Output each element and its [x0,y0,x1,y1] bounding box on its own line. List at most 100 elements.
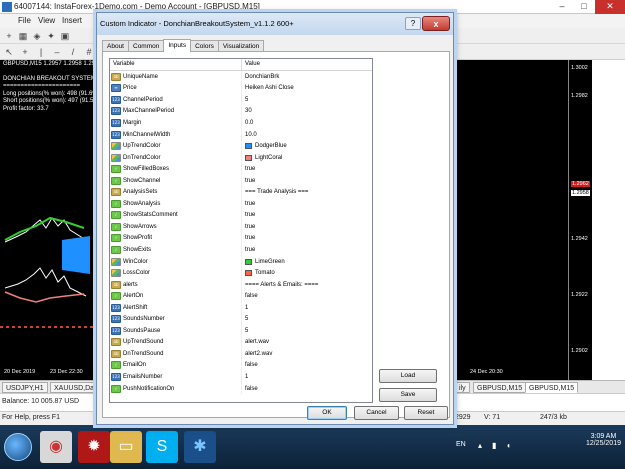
value-cell[interactable]: 5 [242,94,372,106]
value-cell[interactable]: ==== Alerts & Emails: ==== [242,279,372,291]
vertical-line-icon[interactable]: | [36,47,46,57]
channel-icon[interactable]: # [84,47,94,57]
column-header-value[interactable]: Value [242,59,372,70]
help-button[interactable]: ? [405,17,421,30]
profiles-icon[interactable]: ▦ [18,31,28,41]
value-cell[interactable]: true [242,244,372,256]
minimize-icon[interactable]: – [551,0,573,14]
cursor-icon[interactable]: ↖ [4,47,14,57]
value-cell[interactable]: true [242,221,372,233]
input-row[interactable]: ✓ ShowFilledBoxes true [110,163,372,175]
input-row[interactable]: 123 SoundsPause 5 [110,325,372,337]
input-row[interactable]: 123 MaxChannelPeriod 30 [110,105,372,118]
value-cell[interactable]: 5 [242,313,372,325]
tray-arrow-icon[interactable]: ▴ [478,441,482,450]
terminal-icon[interactable]: ▣ [60,31,70,41]
ok-button[interactable]: OK [307,406,347,420]
value-cell[interactable]: Tomato [242,267,372,279]
value-cell[interactable]: LimeGreen [242,256,372,268]
value-cell[interactable]: false [242,290,372,302]
chart-tab[interactable]: USDJPY,H1 [2,382,48,393]
input-row[interactable]: 123 Margin 0.0 [110,117,372,129]
input-row[interactable]: 123 AlertShift 1 [110,301,372,314]
input-row[interactable]: ✓ AlertOn false [110,290,372,302]
input-row[interactable]: 123 ChannelPeriod 5 [110,94,372,106]
value-cell[interactable]: true [242,175,372,187]
input-row[interactable]: ✓ PushNotificationOn false [110,382,372,395]
column-header-variable[interactable]: Variable [110,59,242,70]
input-row[interactable]: 123 EmailsNumber 1 [110,371,372,383]
value-cell[interactable]: LightCoral [242,152,372,164]
value-cell[interactable]: 10.0 [242,129,372,141]
value-cell[interactable]: 1 [242,302,372,314]
menu-file[interactable]: File [18,16,31,25]
value-cell[interactable]: true [242,198,372,210]
cancel-button[interactable]: Cancel [354,406,399,420]
input-row[interactable]: WinColor LimeGreen [110,255,372,268]
dialog-titlebar[interactable]: Custom Indicator - DonchianBreakoutSyste… [97,13,453,35]
input-row[interactable]: UpTrendColor DodgerBlue [110,140,372,152]
maximize-icon[interactable]: □ [573,0,595,14]
chart-tab[interactable]: ily [455,382,470,393]
input-row[interactable]: ≡ Price Heiken Ashi Close [110,82,372,95]
input-row[interactable]: ✓ ShowChannel true [110,174,372,187]
input-row[interactable]: LossColor Tomato [110,267,372,279]
language-indicator[interactable]: EN [456,441,466,448]
load-button[interactable]: Load [379,369,437,383]
input-row[interactable]: DnTrendColor LightCoral [110,151,372,164]
metatrader-icon[interactable]: ✱ [184,431,216,463]
clock[interactable]: 3:09 AM 12/25/2019 [586,433,621,447]
save-button[interactable]: Save [379,388,437,402]
input-row[interactable]: ab alerts ==== Alerts & Emails: ==== [110,278,372,291]
value-cell[interactable]: true [242,210,372,222]
value-cell[interactable]: true [242,233,372,245]
value-cell[interactable]: 1 [242,371,372,383]
value-cell[interactable]: 0.0 [242,117,372,129]
navigator-icon[interactable]: ✦ [46,31,56,41]
dialog-close-button[interactable]: x [422,16,450,31]
input-row[interactable]: ab UniqueName DonchianBrk [110,71,372,83]
chart-tab[interactable]: GBPUSD,M15 [473,382,527,393]
value-cell[interactable]: Heiken Ashi Close [242,83,372,95]
chart-tab[interactable]: XAUUSD,Dai [50,382,100,393]
value-cell[interactable]: alert2.wav [242,348,372,360]
input-row[interactable]: ✓ EmailOn false [110,359,372,372]
input-row[interactable]: ✓ ShowStatsComment true [110,209,372,222]
input-row[interactable]: 123 SoundsNumber 5 [110,313,372,326]
horizontal-line-icon[interactable]: – [52,47,62,57]
close-icon[interactable]: ✕ [595,0,625,14]
network-icon[interactable]: ▮ [492,441,496,450]
value-cell[interactable]: DodgerBlue [242,140,372,152]
input-row[interactable]: ab AnalysisSets === Trade Analysis === [110,186,372,199]
trendline-icon[interactable]: / [68,47,78,57]
menu-view[interactable]: View [38,16,55,25]
app-icon[interactable]: ✹ [78,431,110,463]
value-cell[interactable]: true [242,163,372,175]
value-cell[interactable]: 5 [242,325,372,337]
tab-inputs[interactable]: Inputs [163,39,192,52]
input-row[interactable]: ✓ ShowExits true [110,244,372,256]
input-row[interactable]: ab DnTrendSound alert2.wav [110,348,372,360]
input-row[interactable]: ab UpTrendSound alert.wav [110,336,372,349]
input-row[interactable]: ✓ ShowArrows true [110,221,372,233]
value-cell[interactable]: alert.wav [242,337,372,349]
new-chart-icon[interactable]: + [4,31,14,41]
skype-icon[interactable]: S [146,431,178,463]
chart-tab-active[interactable]: GBPUSD,M15 [525,382,579,393]
input-row[interactable]: ✓ ShowAnalysis true [110,198,372,210]
chrome-icon[interactable]: ◉ [40,431,72,463]
value-cell[interactable]: false [242,360,372,372]
crosshair-icon[interactable]: + [20,47,30,57]
start-button[interactable] [4,433,32,461]
input-row[interactable]: ✓ ShowProfit true [110,232,372,245]
market-watch-icon[interactable]: ◈ [32,31,42,41]
value-cell[interactable]: DonchianBrk [242,71,372,83]
menu-insert[interactable]: Insert [62,16,82,25]
folder-icon[interactable]: ▭ [110,431,142,463]
value-cell[interactable]: false [242,383,372,395]
value-cell[interactable]: 30 [242,106,372,118]
input-row[interactable]: 123 MinChannelWidth 10.0 [110,128,372,141]
volume-icon[interactable]: ◖ [506,441,511,450]
reset-button[interactable]: Reset [404,406,448,420]
value-cell[interactable]: === Trade Analysis === [242,186,372,198]
